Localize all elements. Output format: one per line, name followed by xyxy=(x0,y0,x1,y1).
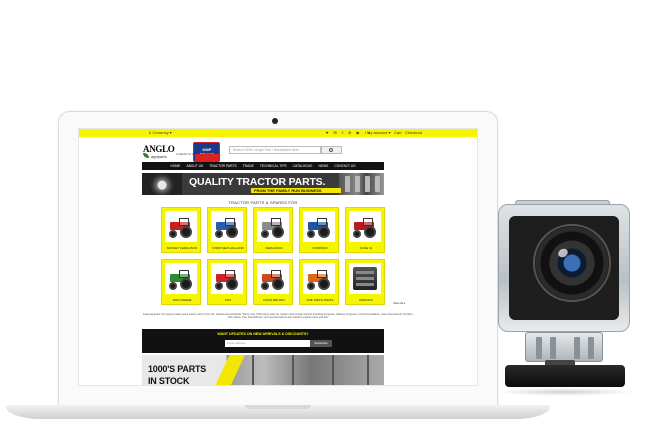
product-card[interactable]: PRE 1960'S PARTS xyxy=(299,259,339,305)
product-label: FORDSON xyxy=(312,246,328,250)
product-label: PERKINS xyxy=(359,298,373,302)
nav-catalogue[interactable]: CATALOGUE xyxy=(293,162,313,170)
product-card[interactable]: FORDSON xyxy=(299,207,339,253)
product-label: JOHN DEERE xyxy=(172,298,192,302)
website-screen: £ Currency ▾ ♥ ✉ f ⊕ ▶ in My account ▾ C… xyxy=(78,128,478,386)
logo-sub-text: agriparts xyxy=(151,154,167,159)
tractor-image xyxy=(211,263,243,294)
product-card[interactable]: PERKINS xyxy=(345,259,385,305)
mount-base xyxy=(505,365,625,387)
engine-image xyxy=(349,263,381,294)
nav-about-us[interactable]: ABOUT US xyxy=(186,162,203,170)
checkout-link[interactable]: Checkout xyxy=(405,130,422,135)
banner-title: QUALITY TRACTOR PARTS. xyxy=(189,176,326,188)
camera-mount xyxy=(525,332,603,362)
camera-shadow xyxy=(495,388,635,396)
cart-link[interactable]: Cart xyxy=(394,130,402,135)
lens-icon xyxy=(533,224,611,302)
product-label: DAVID BROWN xyxy=(263,298,285,302)
subscribe-button[interactable]: Subscribe xyxy=(310,340,332,347)
tractor-image xyxy=(303,263,335,294)
tractor-image xyxy=(165,211,197,242)
newsletter-section: WANT UPDATES ON NEW ARRIVALS & DISCOUNTS… xyxy=(142,329,384,353)
product-label: FORD NEW HOLLAND xyxy=(212,246,244,250)
product-label: CASE IH xyxy=(359,246,372,250)
nav-trade[interactable]: TRADE xyxy=(243,162,254,170)
kmp-brand-badge[interactable]: KMP BRAND xyxy=(193,142,220,162)
view-all-link[interactable]: View ALL xyxy=(393,301,405,305)
product-card[interactable]: MASSEY FERGUSON xyxy=(161,207,201,253)
section-title: TRACTOR PARTS & SPARES FOR xyxy=(228,200,298,205)
social-icons[interactable]: ♥ ✉ f ⊕ ▶ in xyxy=(326,130,372,135)
email-field[interactable]: email address xyxy=(225,340,310,347)
intro-paragraph: Anglo Agriparts UK supply quality spare … xyxy=(142,313,414,320)
product-label: PRE 1960'S PARTS xyxy=(306,298,334,302)
main-nav: HOME ABOUT US TRACTOR PARTS TRADE TECHNI… xyxy=(142,162,384,170)
product-card[interactable]: FORD NEW HOLLAND xyxy=(207,207,247,253)
newsletter-heading: WANT UPDATES ON NEW ARRIVALS & DISCOUNTS… xyxy=(217,332,309,336)
product-card[interactable]: DAVID BROWN xyxy=(253,259,293,305)
search-icon xyxy=(329,148,333,152)
currency-selector[interactable]: £ Currency ▾ xyxy=(149,130,172,135)
product-card[interactable]: FERGUSON xyxy=(253,207,293,253)
brand-badge-stripe xyxy=(195,154,219,161)
banner-subtitle: FROM THE FAMILY RUN BUSINESS xyxy=(254,188,322,193)
product-label: MASSEY FERGUSON xyxy=(166,246,198,250)
product-card[interactable]: JOHN DEERE xyxy=(161,259,201,305)
wheel-image xyxy=(142,173,182,195)
webcam-dot xyxy=(272,118,278,124)
tractor-image xyxy=(211,211,243,242)
site-logo[interactable]: ANGLO agriparts xyxy=(143,144,175,160)
product-showcase: £ Currency ▾ ♥ ✉ f ⊕ ▶ in My account ▾ C… xyxy=(0,0,650,431)
hero-banner: QUALITY TRACTOR PARTS. FROM THE FAMILY R… xyxy=(142,173,384,195)
tractor-image xyxy=(257,263,289,294)
product-card[interactable]: CASE IH xyxy=(345,207,385,253)
search-button[interactable] xyxy=(321,146,342,154)
promo-line-2: IN STOCK xyxy=(148,376,190,386)
tractor-image xyxy=(303,211,335,242)
logo-main-text: ANGLO xyxy=(143,144,175,154)
product-card[interactable]: FIAT xyxy=(207,259,247,305)
tractor-image xyxy=(257,211,289,242)
tractor-image xyxy=(165,263,197,294)
nav-contact-us[interactable]: CONTACT US xyxy=(334,162,355,170)
account-menu[interactable]: My account ▾ xyxy=(367,130,391,135)
product-label: FERGUSON xyxy=(265,246,283,250)
nav-home[interactable]: HOME xyxy=(170,162,180,170)
search-input[interactable]: Search OEM / Anglo Part / Description He… xyxy=(229,146,321,154)
nav-technical-tips[interactable]: TECHNICAL TIPS xyxy=(260,162,287,170)
parts-image xyxy=(339,173,384,195)
action-camera-image xyxy=(495,200,637,415)
promo-stripe xyxy=(207,355,247,385)
warehouse-promo: 1000'S PARTS IN STOCK xyxy=(142,355,384,386)
tractor-image xyxy=(349,211,381,242)
nav-news[interactable]: NEWS xyxy=(318,162,328,170)
top-bar: £ Currency ▾ ♥ ✉ f ⊕ ▶ in My account ▾ C… xyxy=(79,129,477,137)
promo-line-1: 1000'S PARTS xyxy=(148,364,207,374)
nav-tractor-parts[interactable]: TRACTOR PARTS xyxy=(209,162,236,170)
product-label: FIAT xyxy=(224,298,232,302)
laptop-notch xyxy=(245,405,311,409)
